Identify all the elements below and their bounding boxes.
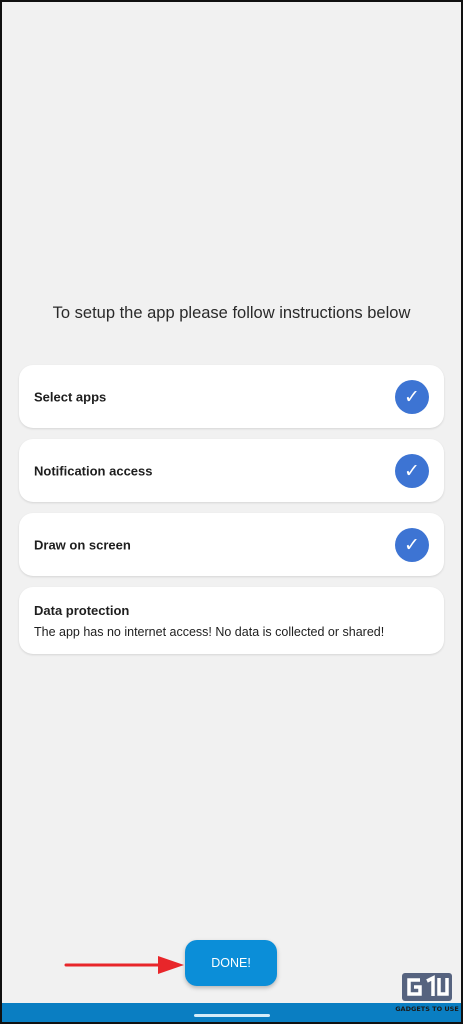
step-draw-on-screen[interactable]: Draw on screen ✓ [19,513,444,576]
step-label: Select apps [34,389,107,404]
red-arrow-icon [64,956,184,974]
checkmark-icon: ✓ [395,527,429,562]
data-protection-description: The app has no internet access! No data … [34,625,385,639]
data-protection-title: Data protection [34,603,130,618]
step-label: Draw on screen [34,537,131,552]
setup-instructions: To setup the app please follow instructi… [52,304,411,322]
step-label: Notification access [34,463,153,478]
gesture-handle[interactable] [194,1014,270,1017]
watermark: GADGETS TO USE [395,972,459,1016]
watermark-text: GADGETS TO USE [395,1005,459,1013]
checkmark-icon: ✓ [395,379,429,414]
data-protection-card: Data protection The app has no internet … [19,587,444,654]
checkmark-icon: ✓ [395,453,429,488]
done-button[interactable]: DONE! [185,940,277,986]
gadgets-to-use-logo [402,973,452,1001]
screenshot-frame [0,0,463,1024]
step-notification-access[interactable]: Notification access ✓ [19,439,444,502]
step-select-apps[interactable]: Select apps ✓ [19,365,444,428]
